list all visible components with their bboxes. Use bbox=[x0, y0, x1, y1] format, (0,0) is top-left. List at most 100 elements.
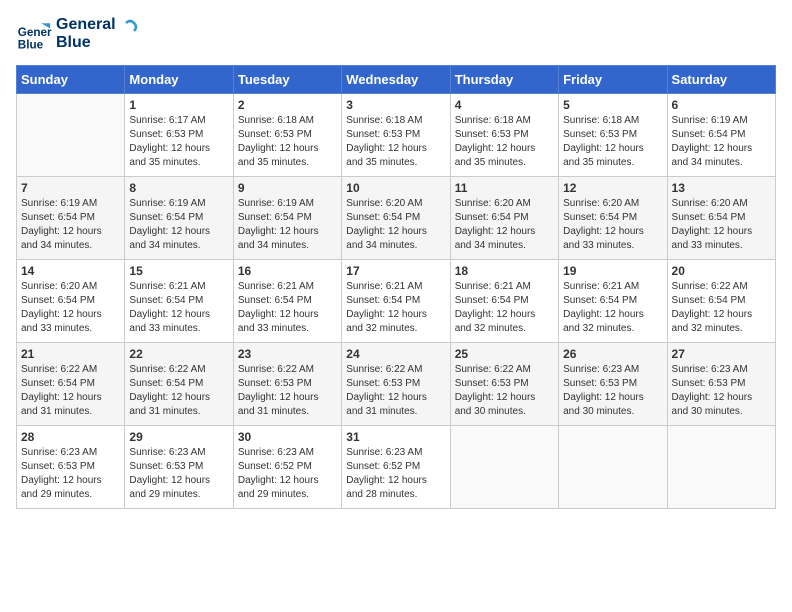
calendar-cell: 30 Sunrise: 6:23 AM Sunset: 6:52 PM Dayli… bbox=[233, 425, 341, 508]
day-info: Sunrise: 6:23 AM Sunset: 6:53 PM Dayligh… bbox=[21, 446, 120, 502]
day-number: 2 bbox=[238, 98, 337, 112]
day-info: Sunrise: 6:21 AM Sunset: 6:54 PM Dayligh… bbox=[238, 280, 337, 336]
calendar-cell: 1Sunrise: 6:17 AM Sunset: 6:53 PM Daylig… bbox=[125, 93, 233, 176]
day-info: Sunrise: 6:20 AM Sunset: 6:54 PM Dayligh… bbox=[21, 280, 120, 336]
day-info: Sunrise: 6:23 AM Sunset: 6:52 PM Dayligh… bbox=[238, 446, 337, 502]
day-info: Sunrise: 6:19 AM Sunset: 6:54 PM Dayligh… bbox=[21, 197, 120, 253]
calendar-cell: 8 Sunrise: 6:19 AM Sunset: 6:54 PM Daylig… bbox=[125, 176, 233, 259]
calendar-cell: 14 Sunrise: 6:20 AM Sunset: 6:54 PM Dayli… bbox=[17, 259, 125, 342]
calendar-cell: 28Sunrise: 6:23 AM Sunset: 6:53 PM Dayli… bbox=[17, 425, 125, 508]
day-info: Sunrise: 6:18 AM Sunset: 6:53 PM Dayligh… bbox=[238, 114, 337, 170]
day-number: 31 bbox=[346, 430, 445, 444]
day-info: Sunrise: 6:23 AM Sunset: 6:53 PM Dayligh… bbox=[129, 446, 228, 502]
day-number: 25 bbox=[455, 347, 554, 361]
day-info: Sunrise: 6:21 AM Sunset: 6:54 PM Dayligh… bbox=[563, 280, 662, 336]
calendar-cell: 10 Sunrise: 6:20 AM Sunset: 6:54 PM Dayli… bbox=[342, 176, 450, 259]
svg-text:General: General bbox=[18, 26, 52, 39]
day-number: 12 bbox=[563, 181, 662, 195]
calendar-cell: 9 Sunrise: 6:19 AM Sunset: 6:54 PM Daylig… bbox=[233, 176, 341, 259]
day-info: Sunrise: 6:23 AM Sunset: 6:53 PM Dayligh… bbox=[563, 363, 662, 419]
calendar-cell: 22Sunrise: 6:22 AM Sunset: 6:54 PM Dayli… bbox=[125, 342, 233, 425]
calendar-cell: 3Sunrise: 6:18 AM Sunset: 6:53 PM Daylig… bbox=[342, 93, 450, 176]
calendar-cell bbox=[559, 425, 667, 508]
day-number: 20 bbox=[672, 264, 771, 278]
calendar-week-row: 14 Sunrise: 6:20 AM Sunset: 6:54 PM Dayli… bbox=[17, 259, 776, 342]
day-number: 23 bbox=[238, 347, 337, 361]
logo-wave-icon bbox=[116, 19, 138, 41]
calendar-week-row: 21 Sunrise: 6:22 AM Sunset: 6:54 PM Dayli… bbox=[17, 342, 776, 425]
logo-general: General bbox=[56, 16, 116, 34]
day-info: Sunrise: 6:19 AM Sunset: 6:54 PM Dayligh… bbox=[238, 197, 337, 253]
day-number: 19 bbox=[563, 264, 662, 278]
calendar-cell bbox=[450, 425, 558, 508]
day-number: 27 bbox=[672, 347, 771, 361]
calendar-week-row: 1Sunrise: 6:17 AM Sunset: 6:53 PM Daylig… bbox=[17, 93, 776, 176]
day-info: Sunrise: 6:20 AM Sunset: 6:54 PM Dayligh… bbox=[672, 197, 771, 253]
day-info: Sunrise: 6:21 AM Sunset: 6:54 PM Dayligh… bbox=[129, 280, 228, 336]
calendar-cell: 4Sunrise: 6:18 AM Sunset: 6:53 PM Daylig… bbox=[450, 93, 558, 176]
calendar-cell: 7 Sunrise: 6:19 AM Sunset: 6:54 PM Daylig… bbox=[17, 176, 125, 259]
day-info: Sunrise: 6:22 AM Sunset: 6:53 PM Dayligh… bbox=[238, 363, 337, 419]
calendar-cell: 19 Sunrise: 6:21 AM Sunset: 6:54 PM Dayli… bbox=[559, 259, 667, 342]
logo-icon: General Blue bbox=[16, 16, 52, 52]
day-number: 30 bbox=[238, 430, 337, 444]
calendar-cell: 12Sunrise: 6:20 AM Sunset: 6:54 PM Dayli… bbox=[559, 176, 667, 259]
calendar-cell: 5 Sunrise: 6:18 AM Sunset: 6:53 PM Daylig… bbox=[559, 93, 667, 176]
weekday-header-monday: Monday bbox=[125, 65, 233, 93]
svg-text:Blue: Blue bbox=[18, 39, 44, 52]
day-number: 16 bbox=[238, 264, 337, 278]
day-info: Sunrise: 6:22 AM Sunset: 6:54 PM Dayligh… bbox=[672, 280, 771, 336]
day-info: Sunrise: 6:18 AM Sunset: 6:53 PM Dayligh… bbox=[563, 114, 662, 170]
day-number: 8 bbox=[129, 181, 228, 195]
day-number: 9 bbox=[238, 181, 337, 195]
calendar-cell: 29 Sunrise: 6:23 AM Sunset: 6:53 PM Dayli… bbox=[125, 425, 233, 508]
day-number: 10 bbox=[346, 181, 445, 195]
day-number: 7 bbox=[21, 181, 120, 195]
weekday-header-thursday: Thursday bbox=[450, 65, 558, 93]
weekday-header-saturday: Saturday bbox=[667, 65, 775, 93]
day-info: Sunrise: 6:19 AM Sunset: 6:54 PM Dayligh… bbox=[672, 114, 771, 170]
day-info: Sunrise: 6:18 AM Sunset: 6:53 PM Dayligh… bbox=[455, 114, 554, 170]
day-info: Sunrise: 6:19 AM Sunset: 6:54 PM Dayligh… bbox=[129, 197, 228, 253]
day-number: 18 bbox=[455, 264, 554, 278]
day-number: 11 bbox=[455, 181, 554, 195]
day-number: 1 bbox=[129, 98, 228, 112]
calendar-cell: 17 Sunrise: 6:21 AM Sunset: 6:54 PM Dayli… bbox=[342, 259, 450, 342]
calendar-cell: 13 Sunrise: 6:20 AM Sunset: 6:54 PM Dayli… bbox=[667, 176, 775, 259]
day-info: Sunrise: 6:22 AM Sunset: 6:53 PM Dayligh… bbox=[346, 363, 445, 419]
weekday-header-sunday: Sunday bbox=[17, 65, 125, 93]
calendar-cell: 11 Sunrise: 6:20 AM Sunset: 6:54 PM Dayli… bbox=[450, 176, 558, 259]
header: General Blue General Blue bbox=[16, 16, 776, 53]
day-number: 29 bbox=[129, 430, 228, 444]
calendar-cell: 21 Sunrise: 6:22 AM Sunset: 6:54 PM Dayli… bbox=[17, 342, 125, 425]
day-info: Sunrise: 6:23 AM Sunset: 6:52 PM Dayligh… bbox=[346, 446, 445, 502]
calendar-header-row: SundayMondayTuesdayWednesdayThursdayFrid… bbox=[17, 65, 776, 93]
day-info: Sunrise: 6:20 AM Sunset: 6:54 PM Dayligh… bbox=[455, 197, 554, 253]
weekday-header-friday: Friday bbox=[559, 65, 667, 93]
day-number: 24 bbox=[346, 347, 445, 361]
calendar-cell: 27Sunrise: 6:23 AM Sunset: 6:53 PM Dayli… bbox=[667, 342, 775, 425]
day-info: Sunrise: 6:22 AM Sunset: 6:54 PM Dayligh… bbox=[21, 363, 120, 419]
day-number: 22 bbox=[129, 347, 228, 361]
calendar-cell bbox=[17, 93, 125, 176]
weekday-header-wednesday: Wednesday bbox=[342, 65, 450, 93]
day-info: Sunrise: 6:18 AM Sunset: 6:53 PM Dayligh… bbox=[346, 114, 445, 170]
day-number: 26 bbox=[563, 347, 662, 361]
day-number: 13 bbox=[672, 181, 771, 195]
day-number: 21 bbox=[21, 347, 120, 361]
calendar-table: SundayMondayTuesdayWednesdayThursdayFrid… bbox=[16, 65, 776, 509]
day-number: 17 bbox=[346, 264, 445, 278]
day-number: 5 bbox=[563, 98, 662, 112]
calendar-cell bbox=[667, 425, 775, 508]
day-number: 6 bbox=[672, 98, 771, 112]
weekday-header-tuesday: Tuesday bbox=[233, 65, 341, 93]
calendar-cell: 24 Sunrise: 6:22 AM Sunset: 6:53 PM Dayli… bbox=[342, 342, 450, 425]
calendar-cell: 2 Sunrise: 6:18 AM Sunset: 6:53 PM Daylig… bbox=[233, 93, 341, 176]
day-info: Sunrise: 6:20 AM Sunset: 6:54 PM Dayligh… bbox=[346, 197, 445, 253]
day-info: Sunrise: 6:21 AM Sunset: 6:54 PM Dayligh… bbox=[346, 280, 445, 336]
calendar-cell: 16 Sunrise: 6:21 AM Sunset: 6:54 PM Dayli… bbox=[233, 259, 341, 342]
day-number: 15 bbox=[129, 264, 228, 278]
day-number: 14 bbox=[21, 264, 120, 278]
calendar-week-row: 7 Sunrise: 6:19 AM Sunset: 6:54 PM Daylig… bbox=[17, 176, 776, 259]
calendar-cell: 20 Sunrise: 6:22 AM Sunset: 6:54 PM Dayli… bbox=[667, 259, 775, 342]
